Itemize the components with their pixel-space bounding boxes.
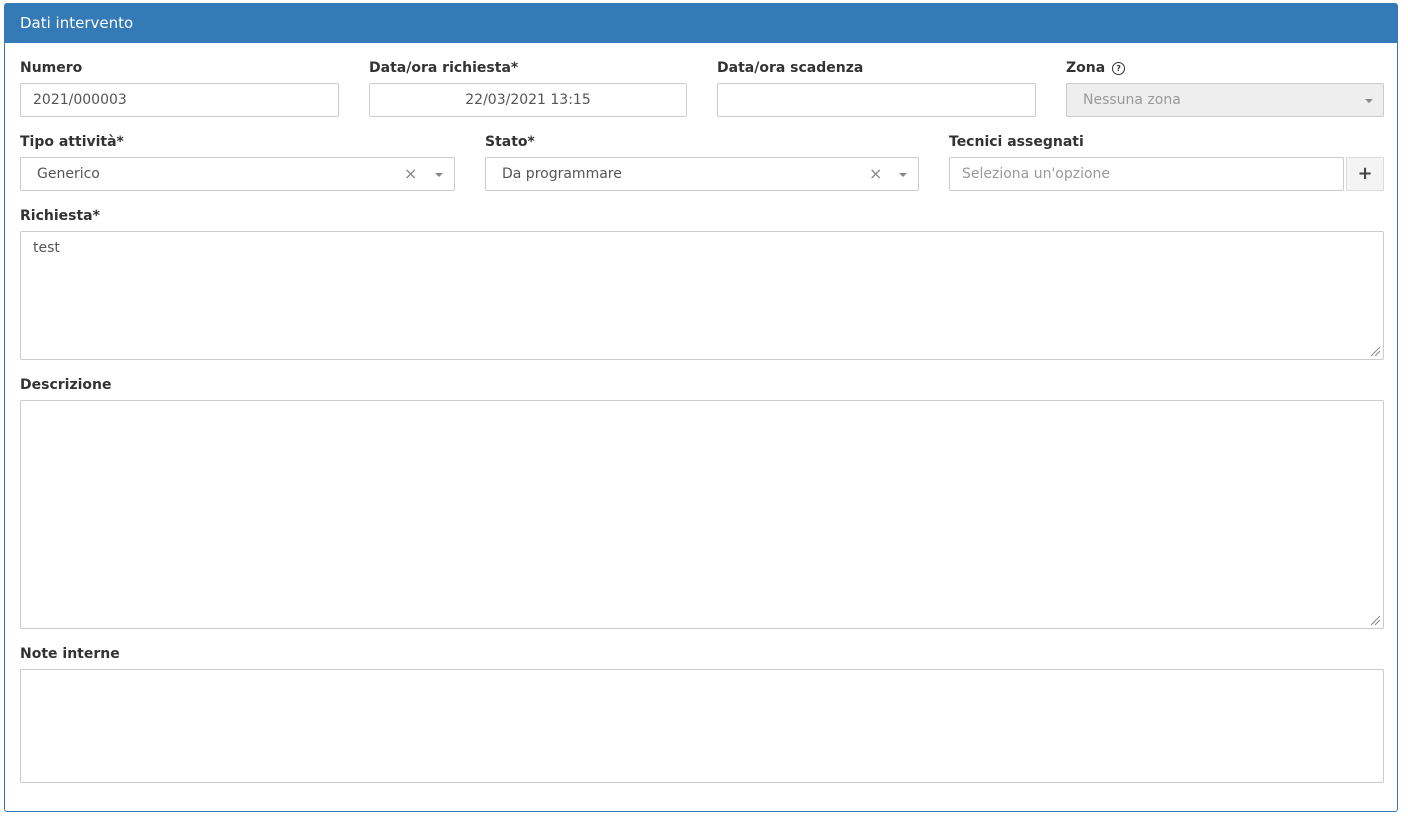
tecnici-select[interactable]: Seleziona un'opzione xyxy=(949,157,1344,191)
stato-selected-value: Da programmare xyxy=(502,166,622,182)
note-interne-label: Note interne xyxy=(20,646,120,662)
note-interne-textarea[interactable] xyxy=(20,669,1384,783)
tipo-attivita-selected-value: Generico xyxy=(37,166,100,182)
descrizione-textarea[interactable] xyxy=(20,400,1384,629)
zona-selected-value: Nessuna zona xyxy=(1083,92,1181,108)
richiesta-textarea[interactable]: test xyxy=(20,231,1384,360)
resize-handle-icon[interactable] xyxy=(1369,614,1381,626)
stato-label: Stato* xyxy=(485,134,535,150)
clear-selection-icon[interactable]: × xyxy=(869,158,882,190)
chevron-down-icon xyxy=(899,173,907,177)
data-richiesta-label: Data/ora richiesta* xyxy=(369,60,519,76)
chevron-down-icon xyxy=(435,173,443,177)
richiesta-label: Richiesta* xyxy=(20,208,100,224)
zona-label-wrapper: Zona ? xyxy=(1066,60,1126,76)
chevron-down-icon xyxy=(1365,99,1373,103)
richiesta-value: test xyxy=(33,240,60,256)
zona-label: Zona xyxy=(1066,60,1106,76)
stato-select[interactable]: Da programmare × xyxy=(485,157,919,191)
numero-input[interactable]: 2021/000003 xyxy=(20,83,339,117)
question-circle-icon[interactable]: ? xyxy=(1112,62,1126,75)
tecnici-label: Tecnici assegnati xyxy=(949,134,1084,150)
tecnici-placeholder: Seleziona un'opzione xyxy=(962,166,1111,182)
clear-selection-icon[interactable]: × xyxy=(404,158,417,190)
data-scadenza-label: Data/ora scadenza xyxy=(717,60,864,76)
zona-select: Nessuna zona xyxy=(1066,83,1384,117)
plus-icon: + xyxy=(1357,163,1373,184)
data-richiesta-input[interactable]: 22/03/2021 13:15 xyxy=(369,83,687,117)
data-scadenza-input[interactable] xyxy=(717,83,1036,117)
tipo-attivita-select[interactable]: Generico × xyxy=(20,157,455,191)
panel-title: Dati intervento xyxy=(5,4,1397,43)
numero-label: Numero xyxy=(20,60,83,76)
descrizione-label: Descrizione xyxy=(20,377,112,393)
add-tecnico-button[interactable]: + xyxy=(1346,157,1384,191)
tipo-attivita-label: Tipo attività* xyxy=(20,134,124,150)
resize-handle-icon[interactable] xyxy=(1369,345,1381,357)
